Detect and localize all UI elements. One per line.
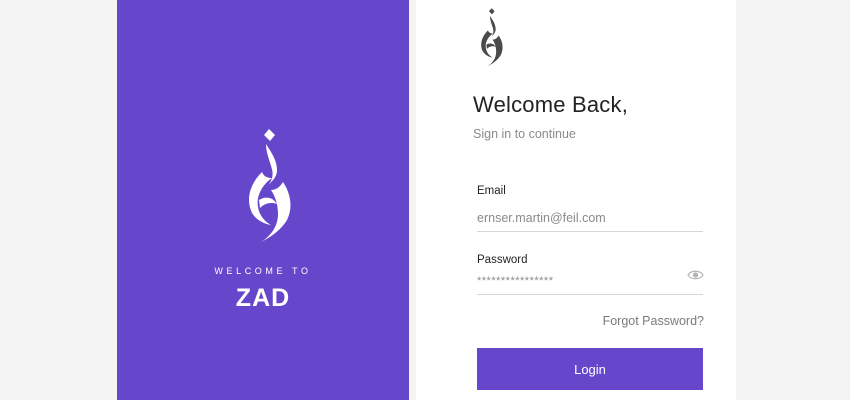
login-button[interactable]: Login xyxy=(477,348,703,390)
email-label: Email xyxy=(477,185,506,197)
page-title: Welcome Back, xyxy=(473,92,629,117)
password-label: Password xyxy=(477,254,528,266)
login-screen: Welcome Back, Sign in to continue Email … xyxy=(416,0,736,400)
zad-logo-icon xyxy=(481,8,503,67)
eye-icon[interactable] xyxy=(687,269,704,281)
zad-logo-icon xyxy=(248,129,291,242)
splash-screen: WELCOME TO ZAD xyxy=(117,0,409,400)
forgot-password-link[interactable]: Forgot Password? xyxy=(603,314,704,328)
page-subtitle: Sign in to continue xyxy=(473,127,576,141)
welcome-caption: WELCOME TO xyxy=(214,266,312,276)
email-field[interactable] xyxy=(477,204,703,232)
app-preview: WELCOME TO ZAD Welcome Back, Sign in to … xyxy=(0,0,850,400)
brand-name: ZAD xyxy=(235,284,291,312)
password-field[interactable] xyxy=(477,268,703,295)
